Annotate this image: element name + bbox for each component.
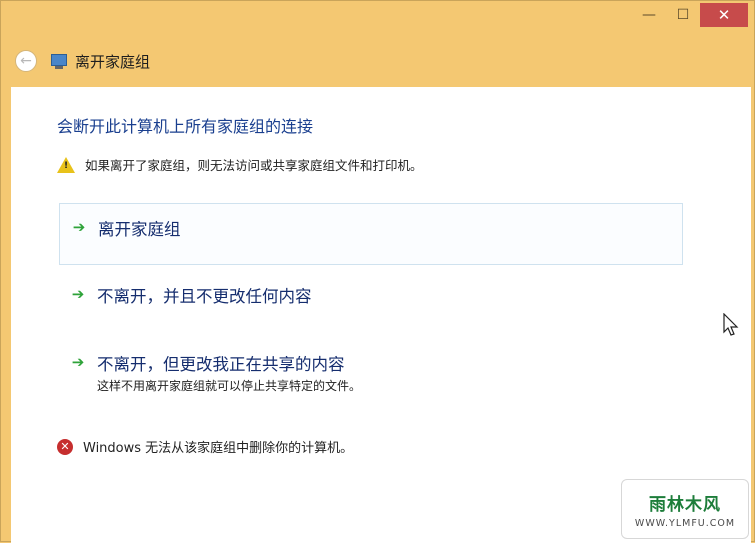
window-header: ← 离开家庭组 — [15, 39, 744, 83]
minimize-button[interactable]: — — [632, 1, 666, 29]
site-watermark: 雨林木风 WWW.YLMFU.COM — [621, 479, 749, 539]
window-title: 离开家庭组 — [75, 52, 151, 71]
option-label: 离开家庭组 — [98, 220, 181, 239]
error-icon: ✕ — [57, 438, 73, 455]
homegroup-window: — ☐ ✕ ← 离开家庭组 会断开此计算机上所有家庭组的连接 ! 如果离开了家庭… — [0, 0, 755, 543]
green-arrow-icon: ➔ — [71, 353, 85, 371]
option-label: 不离开，并且不更改任何内容 — [97, 287, 312, 306]
mouse-cursor-icon — [723, 313, 739, 336]
watermark-url: WWW.YLMFU.COM — [634, 517, 736, 529]
option-description: 这样不用离开家庭组就可以停止共享特定的文件。 — [97, 379, 362, 393]
green-arrow-icon: ➔ — [71, 285, 85, 303]
watermark-title: 雨林木风 — [649, 494, 721, 515]
error-text: Windows 无法从该家庭组中删除你的计算机。 — [83, 441, 354, 456]
page-heading: 会断开此计算机上所有家庭组的连接 — [57, 117, 314, 136]
back-arrow-icon[interactable]: ← — [15, 50, 37, 72]
homegroup-icon — [51, 52, 69, 70]
content-panel: 会断开此计算机上所有家庭组的连接 ! 如果离开了家庭组，则无法访问或共享家庭组文… — [11, 87, 751, 543]
green-arrow-icon: ➔ — [72, 218, 86, 236]
option-stay-change-sharing[interactable]: ➔ 不离开，但更改我正在共享的内容 这样不用离开家庭组就可以停止共享特定的文件。 — [59, 339, 683, 401]
close-button[interactable]: ✕ — [700, 3, 748, 27]
option-label: 不离开，但更改我正在共享的内容 — [97, 355, 345, 374]
option-stay-no-change[interactable]: ➔ 不离开，并且不更改任何内容 — [59, 271, 683, 327]
caption-controls: — ☐ ✕ — [632, 1, 748, 31]
warning-text: 如果离开了家庭组，则无法访问或共享家庭组文件和打印机。 — [85, 158, 423, 173]
warning-icon: ! — [57, 156, 75, 173]
error-message: ✕ Windows 无法从该家庭组中删除你的计算机。 — [57, 437, 353, 456]
warning-message: ! 如果离开了家庭组，则无法访问或共享家庭组文件和打印机。 — [57, 155, 423, 174]
maximize-button[interactable]: ☐ — [666, 1, 700, 29]
option-leave-homegroup[interactable]: ➔ 离开家庭组 — [59, 203, 683, 265]
